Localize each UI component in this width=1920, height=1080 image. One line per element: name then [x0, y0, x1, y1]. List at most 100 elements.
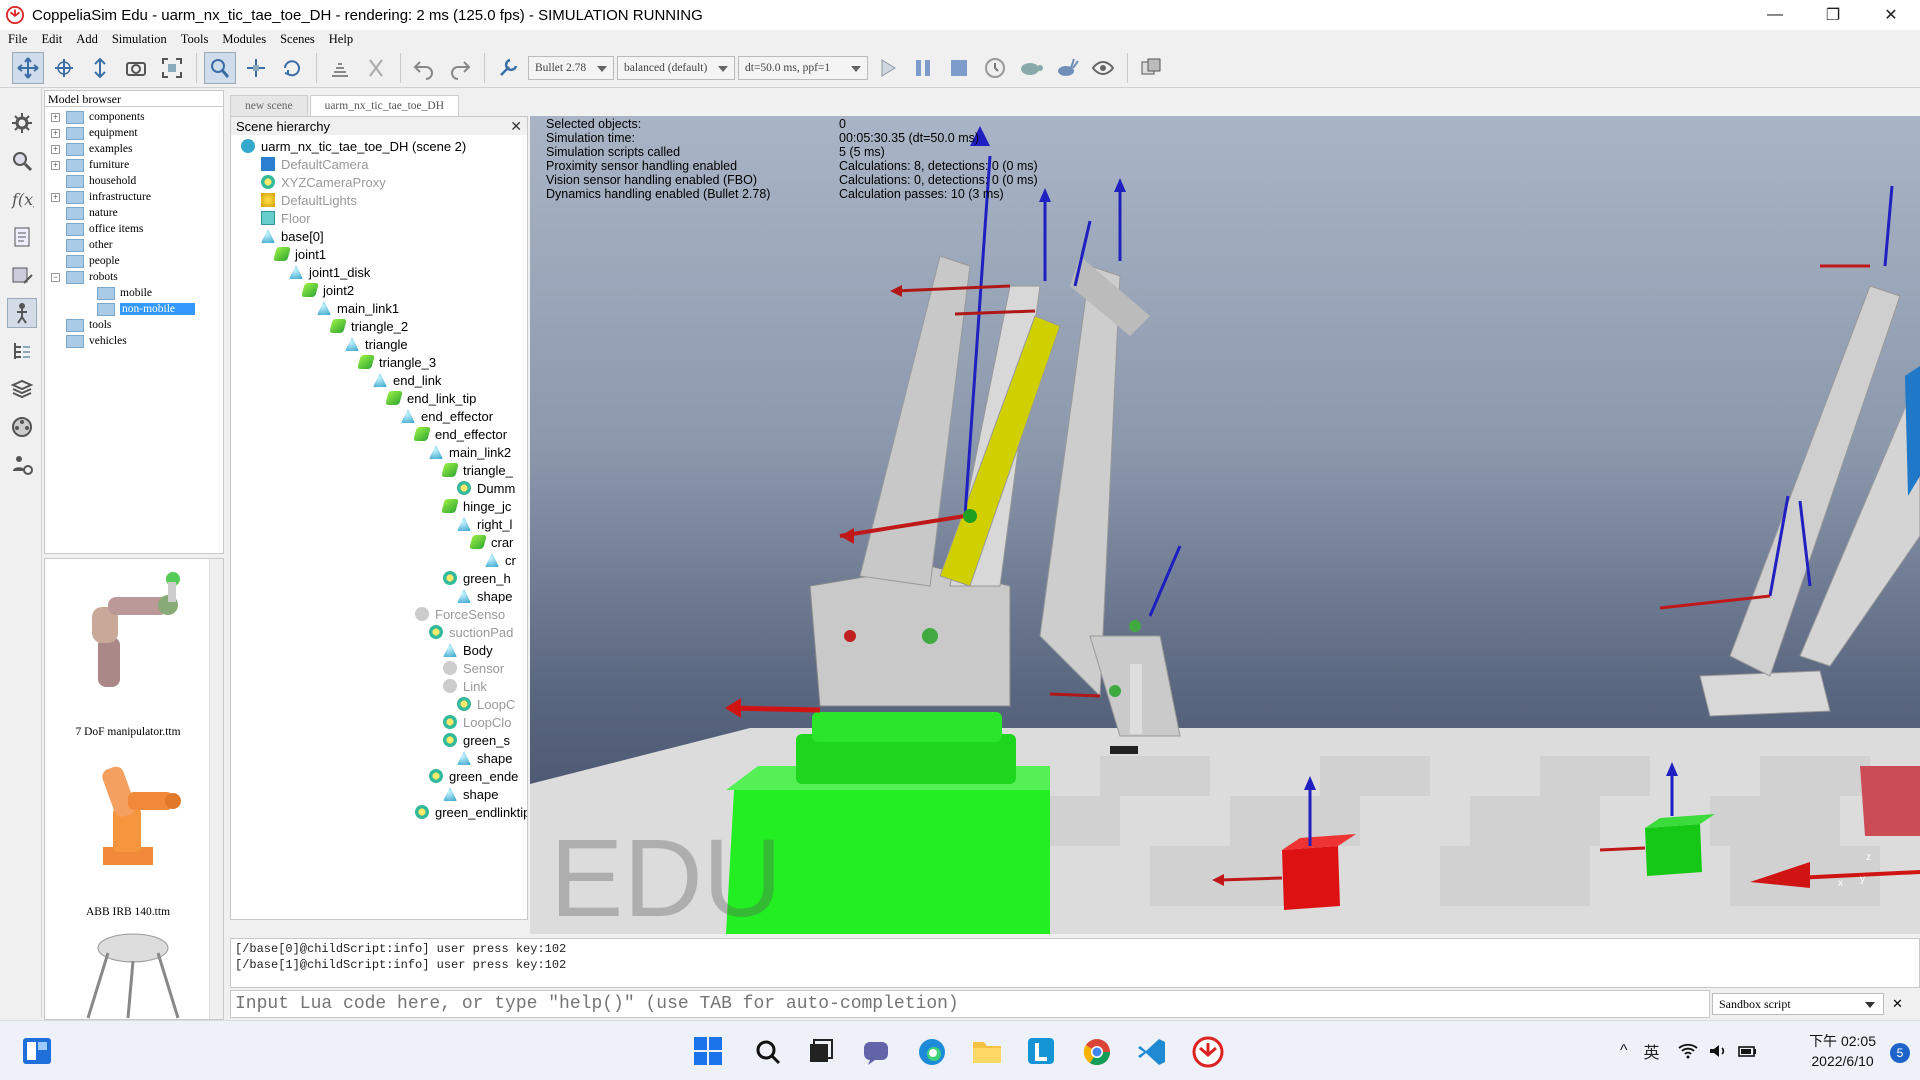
model-folder-furniture[interactable]: + furniture [51, 157, 129, 173]
model-folder-people[interactable]: people [66, 253, 120, 269]
dynamics-settings-button[interactable] [492, 52, 524, 84]
scene-3d-viewport[interactable]: EDU z x y Selected objects: Simulation t… [530, 116, 1920, 934]
battery-plug-icon[interactable] [1737, 1043, 1758, 1059]
hierarchy-item[interactable]: DefaultCamera [261, 155, 368, 173]
vscode-button[interactable] [1137, 1037, 1167, 1070]
timestep-dropdown[interactable]: dt=50.0 ms, ppf=1 [738, 55, 868, 80]
hierarchy-item[interactable]: Link [443, 677, 487, 695]
stop-simulation-button[interactable] [943, 52, 975, 84]
chrome-button[interactable] [1082, 1037, 1112, 1070]
camera-angle-button[interactable] [120, 52, 152, 84]
expand-icon[interactable]: + [51, 128, 60, 138]
hierarchy-item[interactable]: green_h [443, 569, 511, 587]
hierarchy-item[interactable]: end_link [373, 371, 441, 389]
model-thumbnail-7dof[interactable]: 7 DoF manipulator.ttm [49, 563, 207, 738]
hierarchy-item[interactable]: triangle_3 [357, 353, 436, 371]
click-select-button[interactable] [204, 51, 236, 84]
pause-simulation-button[interactable] [907, 52, 939, 84]
simulation-settings-button[interactable] [7, 108, 37, 138]
hierarchy-item[interactable]: main_link1 [317, 299, 399, 317]
scripts-button[interactable] [7, 222, 37, 252]
hierarchy-item[interactable]: triangle_ [441, 461, 513, 479]
edge-browser-button[interactable] [917, 1037, 947, 1070]
hierarchy-item[interactable]: end_link_tip [385, 389, 476, 407]
visualization-toggle-button[interactable] [1087, 52, 1119, 84]
menu-simulation[interactable]: Simulation [112, 32, 167, 47]
hierarchy-close-button[interactable]: ✕ [510, 118, 522, 135]
model-thumbnail-abb-irb-140[interactable]: ABB IRB 140.ttm [49, 743, 207, 918]
undo-button[interactable] [408, 52, 440, 84]
hierarchy-item[interactable]: Sensor [443, 659, 504, 677]
hierarchy-item[interactable]: LoopClo [443, 713, 511, 731]
hierarchy-item[interactable]: hinge_jc [441, 497, 511, 515]
taskbar-clock[interactable]: 下午 02:05 2022/6/10 [1809, 1031, 1876, 1071]
model-folder-mobile[interactable]: mobile [97, 285, 152, 301]
tab-uarm-scene[interactable]: uarm_nx_tic_tae_toe_DH [309, 95, 460, 116]
hierarchy-item[interactable]: Dumm [457, 479, 515, 497]
search-button[interactable] [7, 146, 37, 176]
hierarchy-item[interactable]: crar [469, 533, 513, 551]
physics-engine-dropdown[interactable]: Bullet 2.78 [528, 55, 614, 80]
redo-button[interactable] [444, 52, 476, 84]
expand-icon[interactable]: + [51, 144, 60, 154]
hierarchy-item[interactable]: cr [485, 551, 516, 569]
hierarchy-item[interactable]: joint1 [273, 245, 326, 263]
coppeliasim-taskbar-button[interactable] [1192, 1036, 1224, 1071]
thumbnails-scrollbar[interactable] [209, 559, 223, 1019]
model-folder-robots[interactable]: − robots [51, 269, 118, 285]
minimize-button[interactable]: — [1746, 0, 1804, 30]
hierarchy-item[interactable]: green_endlinktip [415, 803, 527, 821]
menu-modules[interactable]: Modules [222, 32, 266, 47]
speed-up-button[interactable] [1051, 52, 1083, 84]
task-view-button[interactable] [808, 1038, 834, 1067]
object-shift-button[interactable] [240, 52, 272, 84]
wifi-icon[interactable] [1677, 1043, 1698, 1059]
hierarchy-item[interactable]: green_s [443, 731, 510, 749]
tab-new-scene[interactable]: new scene [230, 95, 308, 116]
menu-edit[interactable]: Edit [41, 32, 62, 47]
realtime-button[interactable] [979, 52, 1011, 84]
hierarchy-item[interactable]: Body [443, 641, 493, 659]
hierarchy-item[interactable]: joint1_disk [289, 263, 370, 281]
scene-hierarchy-toggle-button[interactable] [7, 336, 37, 366]
rotate-camera-button[interactable] [48, 52, 80, 84]
fit-to-view-button[interactable] [156, 52, 188, 84]
assemble-button[interactable] [324, 52, 356, 84]
hierarchy-item[interactable]: shape [443, 785, 498, 803]
hierarchy-item[interactable]: base[0] [261, 227, 324, 245]
command-close-button[interactable]: ✕ [1892, 996, 1903, 1012]
model-folder-tools[interactable]: tools [66, 317, 111, 333]
model-folder-infrastructure[interactable]: + infrastructure [51, 189, 151, 205]
pan-camera-button[interactable] [12, 51, 44, 84]
hierarchy-item[interactable]: triangle [345, 335, 408, 353]
file-explorer-button[interactable] [972, 1038, 1002, 1067]
model-folder-household[interactable]: household [66, 173, 136, 189]
hierarchy-item[interactable]: suctionPad [429, 623, 513, 641]
teams-chat-button[interactable] [862, 1038, 890, 1069]
shift-camera-button[interactable] [84, 52, 116, 84]
expand-icon[interactable]: + [51, 192, 60, 202]
menu-help[interactable]: Help [329, 32, 353, 47]
transfer-dna-button[interactable] [360, 52, 392, 84]
hierarchy-item[interactable]: Floor [261, 209, 311, 227]
model-folder-examples[interactable]: + examples [51, 141, 132, 157]
tray-overflow-chevron-icon[interactable]: ^ [1620, 1042, 1628, 1060]
layers-button[interactable] [7, 374, 37, 404]
script-mode-dropdown[interactable]: Sandbox script [1712, 993, 1884, 1015]
hierarchy-item[interactable]: green_ende [429, 767, 518, 785]
expand-icon[interactable]: + [51, 112, 60, 122]
page-selector-button[interactable] [1135, 52, 1167, 84]
hierarchy-item[interactable]: right_l [457, 515, 512, 533]
shape-edit-button[interactable] [7, 260, 37, 290]
menu-scenes[interactable]: Scenes [280, 32, 315, 47]
model-folder-non-mobile[interactable]: non-mobile [97, 301, 196, 317]
close-button[interactable]: ✕ [1862, 0, 1920, 30]
video-recorder-button[interactable] [7, 412, 37, 442]
menu-add[interactable]: Add [76, 32, 98, 47]
hierarchy-item[interactable]: end_effector [413, 425, 507, 443]
start-button[interactable] [693, 1036, 723, 1069]
object-rotate-button[interactable] [276, 52, 308, 84]
expand-icon[interactable]: + [51, 160, 60, 170]
model-folder-other[interactable]: other [66, 237, 113, 253]
hierarchy-item[interactable]: ForceSenso [415, 605, 505, 623]
